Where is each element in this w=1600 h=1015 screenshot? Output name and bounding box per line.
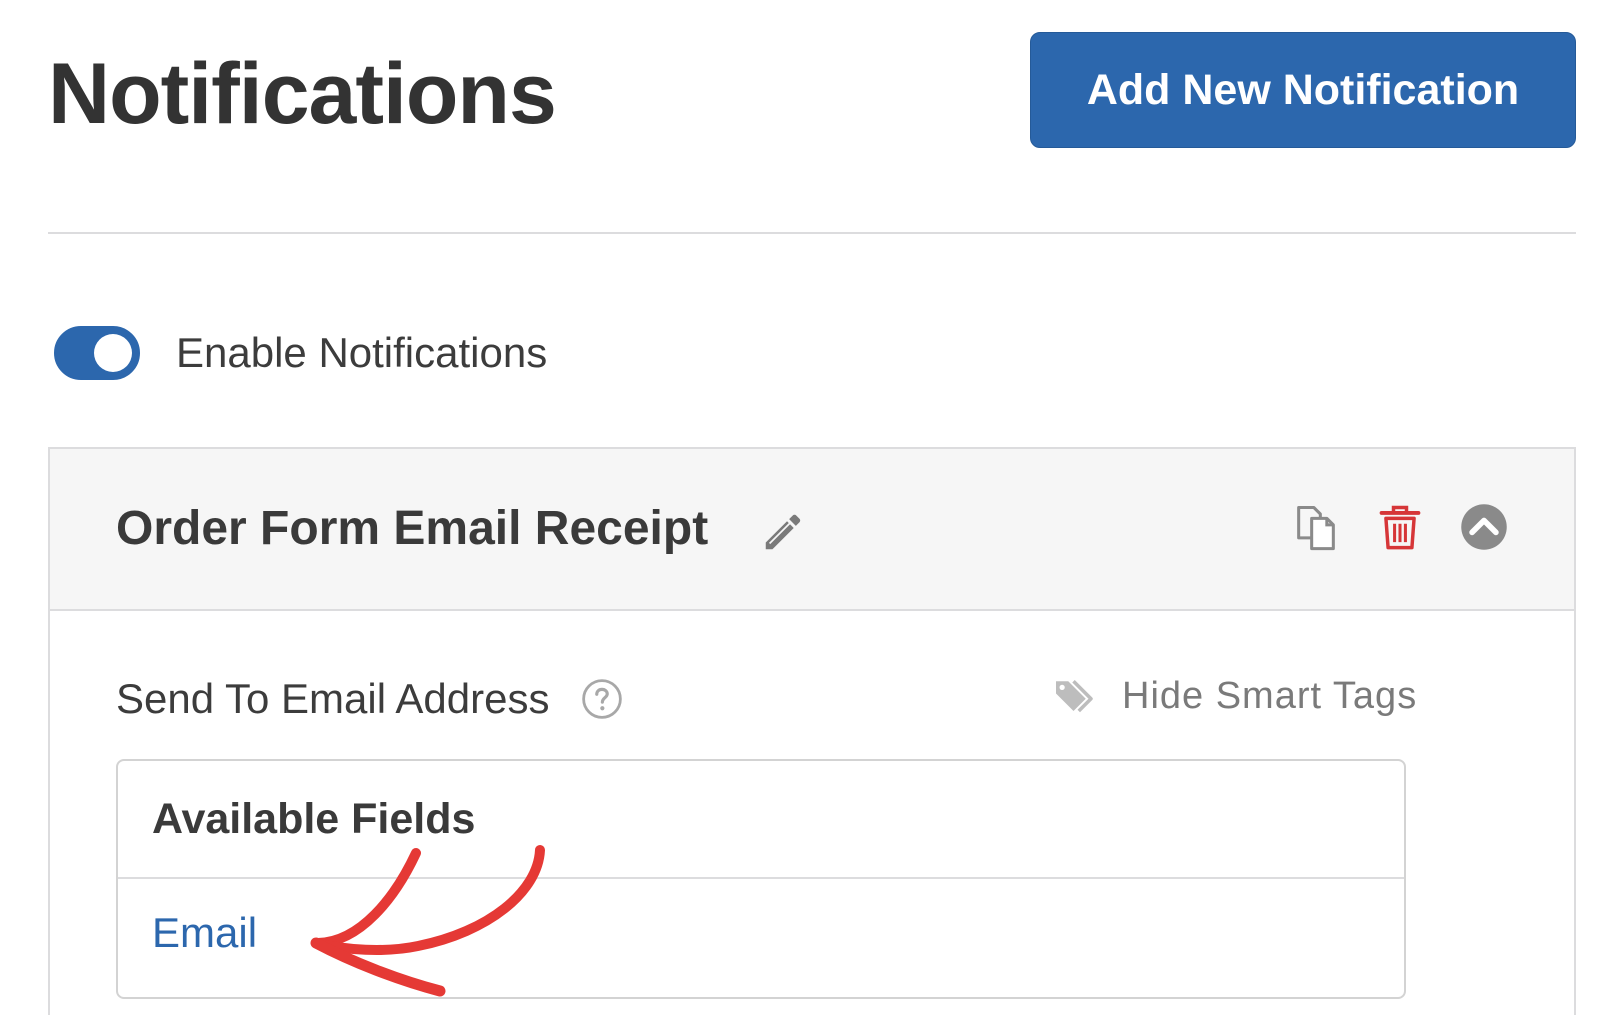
enable-notifications-toggle[interactable] (54, 326, 140, 380)
add-new-notification-button[interactable]: Add New Notification (1030, 32, 1576, 148)
notification-name: Order Form Email Receipt (116, 502, 709, 555)
header-divider (48, 232, 1576, 234)
notification-actions (1290, 501, 1510, 553)
available-fields-title: Available Fields (118, 761, 1404, 879)
trash-icon[interactable] (1374, 501, 1426, 553)
tag-icon (1056, 679, 1093, 712)
toggle-knob (94, 334, 132, 372)
notification-panel: Order Form Email Receipt Send To Email A… (48, 447, 1576, 1015)
enable-notifications-label: Enable Notifications (176, 329, 548, 376)
hide-smart-tags-label: Hide Smart Tags (1122, 675, 1418, 717)
send-to-label-row: Send To Email Address (116, 675, 623, 723)
pencil-icon[interactable] (760, 509, 806, 555)
notifications-page: Notifications Add New Notification Enabl… (0, 0, 1600, 1015)
chevron-up-circle-icon[interactable] (1458, 501, 1510, 553)
available-fields-box: Available Fields Email (116, 759, 1406, 999)
copy-icon[interactable] (1290, 501, 1342, 553)
field-option-email[interactable]: Email (118, 909, 1404, 957)
notification-panel-header[interactable]: Order Form Email Receipt (50, 449, 1574, 611)
page-title: Notifications (48, 46, 557, 142)
send-to-email-label: Send To Email Address (116, 675, 550, 722)
hide-smart-tags-link[interactable]: Hide Smart Tags (1052, 675, 1417, 718)
enable-notifications-row: Enable Notifications (54, 326, 547, 380)
question-circle-icon[interactable] (581, 678, 623, 720)
